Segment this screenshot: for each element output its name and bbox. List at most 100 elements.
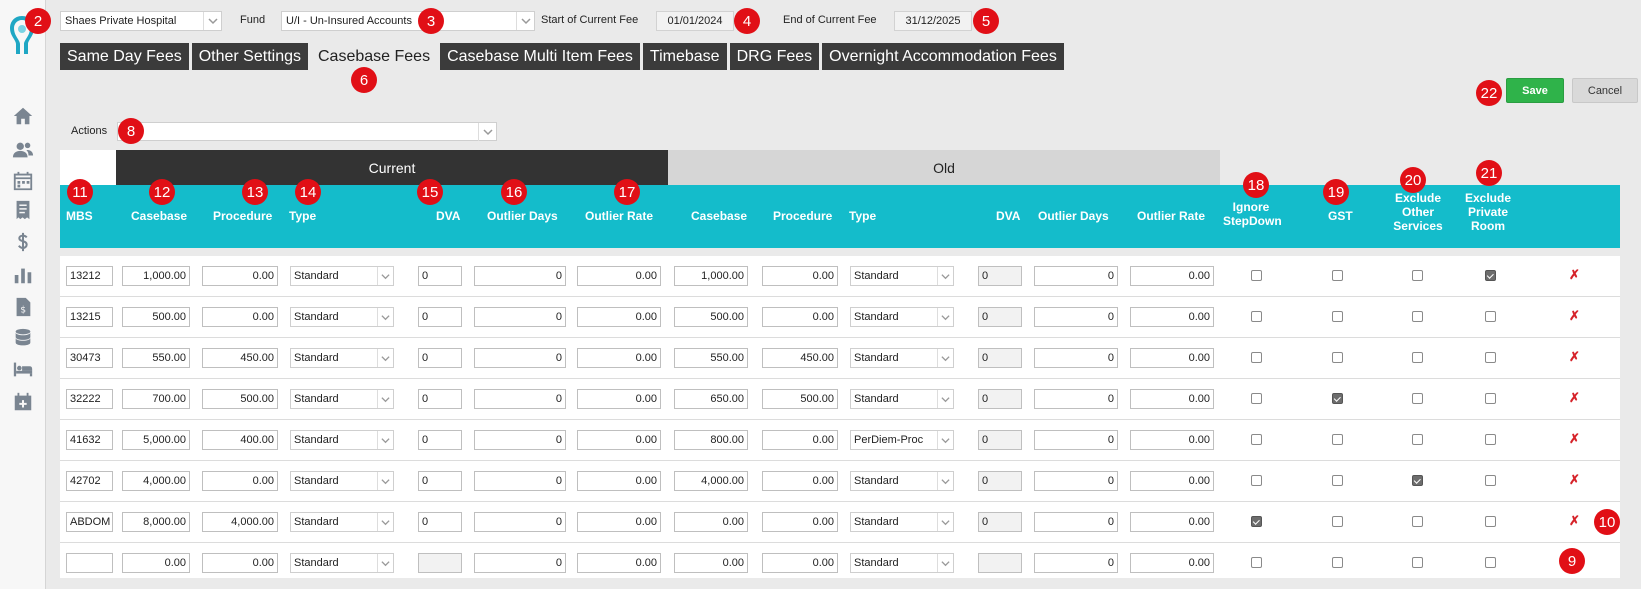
gst-checkbox[interactable] — [1332, 475, 1343, 486]
type-select[interactable]: Standard — [290, 553, 394, 573]
old-procedure-input[interactable]: 0.00 — [762, 430, 838, 450]
exclude-private-checkbox[interactable] — [1485, 393, 1496, 404]
outlier-rate-input[interactable]: 0.00 — [577, 307, 661, 327]
outlier-days-input[interactable]: 0 — [474, 553, 566, 573]
mbs-input[interactable]: 30473 — [66, 348, 113, 368]
start-fee-date[interactable]: 01/01/2024 — [656, 11, 734, 31]
casebase-input[interactable]: 5,000.00 — [122, 430, 190, 450]
outlier-rate-input[interactable]: 0.00 — [577, 348, 661, 368]
col-old-casebase[interactable]: Casebase — [691, 209, 747, 223]
gst-checkbox[interactable] — [1332, 311, 1343, 322]
exclude-private-checkbox[interactable] — [1485, 311, 1496, 322]
exclude-private-checkbox[interactable] — [1485, 352, 1496, 363]
old-dva-input[interactable]: 0 — [978, 512, 1022, 532]
mbs-input[interactable]: ABDOM — [66, 512, 113, 532]
old-type-select[interactable]: Standard — [850, 471, 954, 491]
procedure-input[interactable]: 500.00 — [202, 389, 278, 409]
mbs-input[interactable]: 13215 — [66, 307, 113, 327]
col-ignore-stepdown[interactable]: Ignore StepDown — [1223, 200, 1282, 228]
gst-checkbox[interactable] — [1332, 516, 1343, 527]
gst-checkbox[interactable] — [1332, 434, 1343, 445]
dva-input[interactable]: 0 — [418, 512, 462, 532]
gst-checkbox[interactable] — [1332, 557, 1343, 568]
old-type-select[interactable]: Standard — [850, 389, 954, 409]
ignore-stepdown-checkbox[interactable] — [1251, 270, 1262, 281]
end-fee-date[interactable]: 31/12/2025 — [894, 11, 972, 31]
old-casebase-input[interactable]: 0.00 — [674, 512, 748, 532]
outlier-rate-input[interactable]: 0.00 — [577, 389, 661, 409]
outlier-rate-input[interactable]: 0.00 — [577, 430, 661, 450]
casebase-input[interactable]: 500.00 — [122, 307, 190, 327]
old-outlier-rate-input[interactable]: 0.00 — [1130, 348, 1214, 368]
database-icon[interactable] — [10, 326, 36, 350]
casebase-input[interactable]: 8,000.00 — [122, 512, 190, 532]
old-outlier-days-input[interactable]: 0 — [1034, 266, 1118, 286]
calendar-icon[interactable] — [10, 169, 36, 193]
cancel-button[interactable]: Cancel — [1572, 78, 1638, 103]
dva-input[interactable]: 0 — [418, 266, 462, 286]
old-dva-input[interactable] — [978, 553, 1022, 573]
outlier-days-input[interactable]: 0 — [474, 389, 566, 409]
old-outlier-days-input[interactable]: 0 — [1034, 389, 1118, 409]
type-select[interactable]: Standard — [290, 266, 394, 286]
delete-row-icon[interactable]: ✗ — [1569, 431, 1580, 447]
old-outlier-days-input[interactable]: 0 — [1034, 471, 1118, 491]
exclude-private-checkbox[interactable] — [1485, 475, 1496, 486]
old-outlier-rate-input[interactable]: 0.00 — [1130, 266, 1214, 286]
procedure-input[interactable]: 400.00 — [202, 430, 278, 450]
ignore-stepdown-checkbox[interactable] — [1251, 434, 1262, 445]
casebase-input[interactable]: 0.00 — [122, 553, 190, 573]
users-icon[interactable] — [10, 138, 36, 162]
col-old-outlier-days[interactable]: Outlier Days — [1038, 209, 1109, 223]
exclude-other-checkbox[interactable] — [1412, 516, 1423, 527]
old-outlier-days-input[interactable]: 0 — [1034, 348, 1118, 368]
col-dva[interactable]: DVA — [436, 209, 460, 223]
receipt-icon[interactable] — [10, 198, 36, 222]
dva-input[interactable]: 0 — [418, 430, 462, 450]
delete-row-icon[interactable]: ✗ — [1569, 267, 1580, 283]
old-outlier-days-input[interactable]: 0 — [1034, 512, 1118, 532]
tab-casebase-multi-item-fees[interactable]: Casebase Multi Item Fees — [440, 43, 640, 70]
col-old-dva[interactable]: DVA — [996, 209, 1020, 223]
old-procedure-input[interactable]: 450.00 — [762, 348, 838, 368]
outlier-days-input[interactable]: 0 — [474, 348, 566, 368]
old-casebase-input[interactable]: 0.00 — [674, 553, 748, 573]
outlier-days-input[interactable]: 0 — [474, 307, 566, 327]
save-button[interactable]: Save — [1506, 78, 1564, 103]
exclude-other-checkbox[interactable] — [1412, 270, 1423, 281]
old-casebase-input[interactable]: 4,000.00 — [674, 471, 748, 491]
outlier-rate-input[interactable]: 0.00 — [577, 471, 661, 491]
old-type-select[interactable]: PerDiem-Proc — [850, 430, 954, 450]
old-casebase-input[interactable]: 500.00 — [674, 307, 748, 327]
old-dva-input[interactable]: 0 — [978, 471, 1022, 491]
old-casebase-input[interactable]: 800.00 — [674, 430, 748, 450]
col-old-procedure[interactable]: Procedure — [773, 209, 832, 223]
casebase-input[interactable]: 1,000.00 — [122, 266, 190, 286]
outlier-days-input[interactable]: 0 — [474, 471, 566, 491]
dva-input[interactable]: 0 — [418, 389, 462, 409]
ignore-stepdown-checkbox[interactable] — [1251, 475, 1262, 486]
exclude-private-checkbox[interactable] — [1485, 270, 1496, 281]
old-outlier-days-input[interactable]: 0 — [1034, 553, 1118, 573]
dva-input[interactable]: 0 — [418, 307, 462, 327]
col-old-type[interactable]: Type — [849, 209, 876, 223]
ignore-stepdown-checkbox[interactable] — [1251, 557, 1262, 568]
procedure-input[interactable]: 0.00 — [202, 471, 278, 491]
old-outlier-days-input[interactable]: 0 — [1034, 430, 1118, 450]
old-dva-input[interactable]: 0 — [978, 430, 1022, 450]
dva-input[interactable]: 0 — [418, 471, 462, 491]
old-casebase-input[interactable]: 650.00 — [674, 389, 748, 409]
gst-checkbox[interactable] — [1332, 270, 1343, 281]
col-outlier-days[interactable]: Outlier Days — [487, 209, 558, 223]
old-type-select[interactable]: Standard — [850, 266, 954, 286]
old-procedure-input[interactable]: 0.00 — [762, 471, 838, 491]
exclude-private-checkbox[interactable] — [1485, 557, 1496, 568]
ignore-stepdown-checkbox[interactable] — [1251, 352, 1262, 363]
old-procedure-input[interactable]: 0.00 — [762, 512, 838, 532]
old-outlier-rate-input[interactable]: 0.00 — [1130, 307, 1214, 327]
hospital-select[interactable]: Shaes Private Hospital — [60, 11, 222, 31]
tab-drg-fees[interactable]: DRG Fees — [729, 43, 820, 70]
old-procedure-input[interactable]: 0.00 — [762, 307, 838, 327]
col-gst[interactable]: GST — [1328, 209, 1353, 223]
delete-row-icon[interactable]: ✗ — [1569, 390, 1580, 406]
